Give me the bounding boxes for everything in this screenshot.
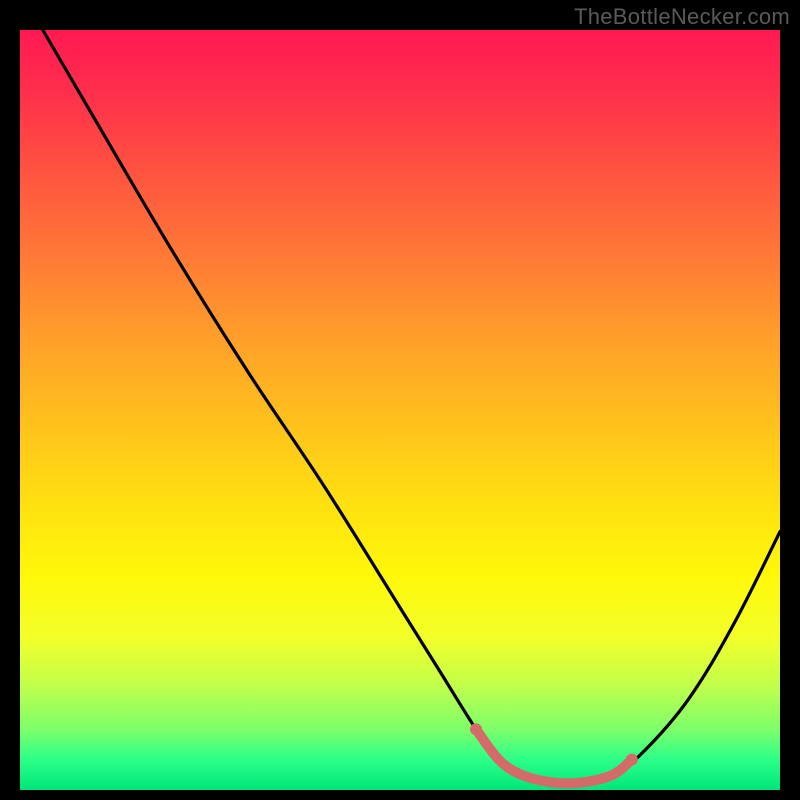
- bottleneck-curve: [43, 30, 780, 783]
- plot-area: [20, 30, 780, 790]
- optimal-range-marker: [476, 729, 632, 783]
- chart-svg: [20, 30, 780, 790]
- optimal-range-end-dot: [626, 754, 638, 766]
- watermark-text: TheBottleNecker.com: [574, 4, 790, 30]
- optimal-range-start-dot: [470, 723, 482, 735]
